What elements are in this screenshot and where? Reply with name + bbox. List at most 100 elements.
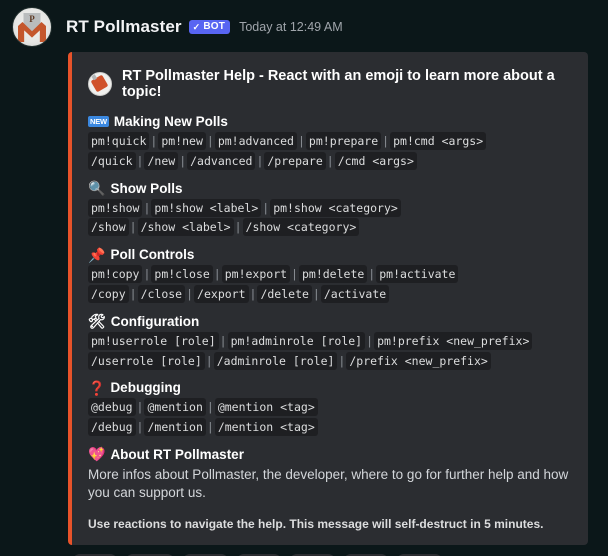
embed-field: NEW Making New Polls pm!quick | pm!new | pm!ad… <box>88 114 572 170</box>
pollmaster-pin-icon <box>90 74 109 93</box>
bot-verified-icon: ✓ <box>192 21 201 32</box>
command-separator: | <box>186 286 194 301</box>
command-chip[interactable]: /activate <box>320 284 390 303</box>
question-mark-icon: ❓ <box>88 379 106 396</box>
command-line: pm!quick | pm!new | pm!advanced | pm!prepare | p… <box>88 132 572 150</box>
command-chip[interactable]: /advanced <box>187 151 256 170</box>
new-badge-icon: NEW <box>88 115 109 128</box>
pushpin-icon: 📌 <box>88 246 106 263</box>
command-line: pm!userrole [role] | pm!adminrole [role] | p… <box>88 331 572 350</box>
command-chip[interactable]: /show <box>88 218 129 237</box>
embed-field-title: 💖 About RT Pollmaster <box>88 447 572 462</box>
command-chip[interactable]: /prepare <box>264 151 326 170</box>
embed-footer: Use reactions to navigate the help. This… <box>88 516 544 531</box>
command-separator: | <box>219 333 227 348</box>
command-line: /debug |/mention |/mention <tag> <box>88 418 572 437</box>
command-separator: | <box>206 420 214 435</box>
embed-field-title: 📌 Poll Controls <box>88 247 572 262</box>
command-chip[interactable]: pm!copy <box>88 265 143 284</box>
embed-field-label: Making New Polls <box>113 114 228 129</box>
message-timestamp: Today at 12:49 AM <box>239 20 343 34</box>
command-chip[interactable]: /show <label> <box>137 218 234 237</box>
embed-field: ❓ Debugging @debug | @mention | @mention <tag>… <box>88 380 572 437</box>
embed-field: 🛠 Configuration pm!userrole [role] | pm!admi… <box>88 314 572 370</box>
bot-badge-label: BOT <box>203 21 226 32</box>
command-chip[interactable]: pm!prepare <box>305 132 382 150</box>
command-chip[interactable]: pm!cmd <args> <box>390 132 487 150</box>
command-separator: | <box>366 333 374 348</box>
command-chip[interactable]: /prefix <new_prefix> <box>346 351 491 370</box>
command-chip[interactable]: pm!userrole [role] <box>88 331 219 350</box>
command-chip[interactable]: /adminrole [role] <box>213 351 338 370</box>
command-chip[interactable]: /cmd <args> <box>334 151 417 170</box>
command-separator: | <box>129 286 137 301</box>
command-chip[interactable]: @debug <box>88 398 136 417</box>
author-block: RT Pollmaster ✓ BOT Today at 12:49 AM <box>66 17 343 37</box>
command-separator: | <box>291 267 298 282</box>
embed-field-title: 🛠 Configuration <box>88 314 572 329</box>
command-chip[interactable]: @mention <tag> <box>214 398 318 417</box>
command-chip[interactable]: /quick <box>88 151 136 170</box>
embed-author: RT Pollmaster Help - React with an emoji… <box>88 68 572 100</box>
command-chip[interactable]: /show <category> <box>242 218 360 237</box>
command-chip[interactable]: /new <box>144 151 179 170</box>
message-header: RT Pollmaster ✓ BOT Today at 12:49 AM <box>0 0 608 47</box>
embed-author-title: RT Pollmaster Help - React with an emoji… <box>122 68 555 100</box>
avatar[interactable] <box>12 7 52 47</box>
magnifier-icon: 🔍 <box>88 180 106 197</box>
command-chip[interactable]: pm!prefix <new_prefix> <box>374 331 533 350</box>
command-chip[interactable]: /close <box>137 284 186 303</box>
command-line: /copy |/close |/export |/delete |/activate <box>88 284 572 303</box>
command-chip[interactable]: /export <box>194 284 249 303</box>
command-chip[interactable]: pm!adminrole [role] <box>227 331 366 350</box>
embed-field-label: About RT Pollmaster <box>110 446 244 462</box>
command-chip[interactable]: pm!quick <box>88 132 150 150</box>
embed-field-title: ❓ Debugging <box>88 380 572 395</box>
command-chip[interactable]: pm!delete <box>298 265 368 284</box>
command-separator: | <box>262 200 270 215</box>
command-chip[interactable]: pm!export <box>221 265 291 284</box>
command-line: /show |/show <label> |/show <category> <box>88 218 572 237</box>
command-chip[interactable]: pm!show <category> <box>270 198 401 217</box>
embed-field-title: 🔍 Show Polls <box>88 181 572 196</box>
command-separator: | <box>326 153 334 168</box>
command-chip[interactable]: pm!new <box>158 132 206 150</box>
embed-field-label: Configuration <box>110 313 200 329</box>
embed-field-label: Debugging <box>110 380 181 396</box>
command-chip[interactable]: /delete <box>257 284 312 303</box>
command-chip[interactable]: /userrole [role] <box>88 351 205 370</box>
command-separator: | <box>150 134 158 148</box>
command-line: /quick |/new |/advanced |/prepare |/cmd <arg… <box>88 151 572 170</box>
command-separator: | <box>234 220 242 235</box>
command-chip[interactable]: pm!show <box>88 198 143 217</box>
author-name[interactable]: RT Pollmaster <box>66 17 182 37</box>
command-chip[interactable]: pm!show <label> <box>151 198 262 217</box>
embed-field: 🔍 Show Polls pm!show | pm!show <label> | pm!sh… <box>88 181 572 237</box>
embed-fields: NEW Making New Polls pm!quick | pm!new | pm!ad… <box>88 114 572 502</box>
embed-author-icon <box>88 72 112 96</box>
embed: RT Pollmaster Help - React with an emoji… <box>68 52 588 545</box>
command-separator: | <box>368 267 376 282</box>
command-chip[interactable]: pm!activate <box>376 265 459 284</box>
embed-field-label: Show Polls <box>110 180 183 196</box>
embed-field: 📌 Poll Controls pm!copy | pm!close | pm!export… <box>88 247 572 303</box>
command-line: pm!show | pm!show <label> | pm!show <categor… <box>88 198 572 217</box>
command-chip[interactable]: /debug <box>88 418 136 437</box>
command-chip[interactable]: @mention <box>144 398 206 417</box>
command-separator: | <box>205 353 213 368</box>
command-line: pm!copy | pm!close | pm!export | pm!delete | pm!… <box>88 265 572 284</box>
command-line: @debug | @mention | @mention <tag> <box>88 398 572 417</box>
command-separator: | <box>213 267 221 282</box>
command-chip[interactable]: /mention <tag> <box>214 418 318 437</box>
command-chip[interactable]: pm!advanced <box>214 132 297 150</box>
command-chip[interactable]: /copy <box>88 284 129 303</box>
embed-field-label: Poll Controls <box>110 247 195 263</box>
embed-field-text: More infos about Pollmaster, the develop… <box>88 466 569 500</box>
command-line: /userrole [role] |/adminrole [role] |/pref… <box>88 351 572 370</box>
command-separator: | <box>312 286 320 301</box>
command-chip[interactable]: /mention <box>144 418 206 437</box>
command-separator: | <box>297 134 305 148</box>
embed-field-title: NEW Making New Polls <box>88 114 572 129</box>
command-separator: | <box>206 400 214 415</box>
command-chip[interactable]: pm!close <box>151 265 213 284</box>
